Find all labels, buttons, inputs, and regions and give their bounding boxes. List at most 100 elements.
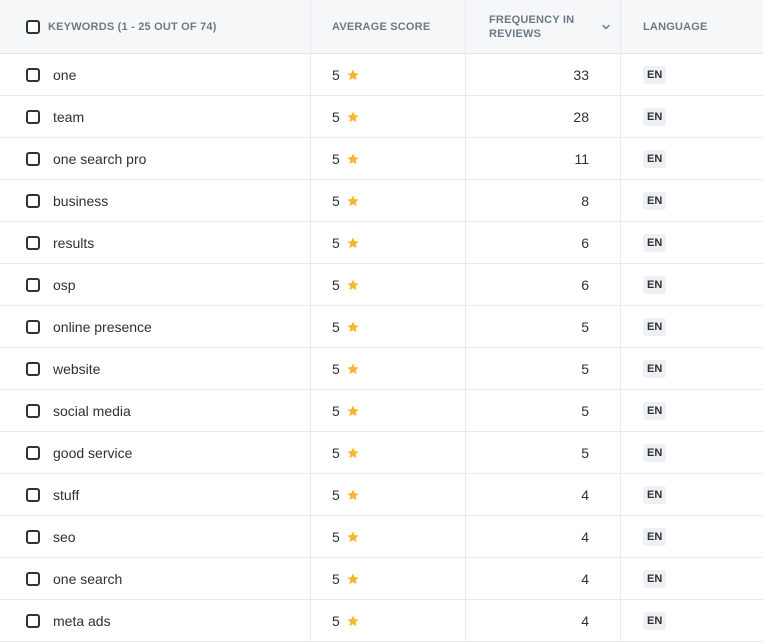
frequency-cell: 11 <box>466 138 621 179</box>
frequency-cell: 5 <box>466 432 621 473</box>
keyword-cell: website <box>0 348 311 389</box>
language-cell: EN <box>621 180 763 221</box>
row-checkbox[interactable] <box>26 571 40 586</box>
score-cell: 5 <box>311 390 466 431</box>
language-cell: EN <box>621 222 763 263</box>
score-value: 5 <box>332 150 340 167</box>
language-badge: EN <box>643 527 667 546</box>
score-value: 5 <box>332 66 340 83</box>
score-value: 5 <box>332 318 340 335</box>
row-checkbox[interactable] <box>26 151 40 166</box>
language-badge: EN <box>643 443 667 462</box>
score-value: 5 <box>332 444 340 461</box>
score-value: 5 <box>332 528 340 545</box>
keyword-cell: team <box>0 96 311 137</box>
row-checkbox[interactable] <box>26 67 40 82</box>
frequency-cell: 5 <box>466 306 621 347</box>
score-cell: 5 <box>311 474 466 515</box>
star-icon <box>346 152 360 166</box>
language-cell: EN <box>621 516 763 557</box>
table-row: osp 5 6 EN <box>0 264 763 306</box>
keyword-text: osp <box>53 276 76 293</box>
keyword-text: one search <box>53 570 123 587</box>
score-value: 5 <box>332 486 340 503</box>
select-all-checkbox[interactable] <box>26 19 40 34</box>
row-checkbox[interactable] <box>26 487 40 502</box>
star-icon <box>346 194 360 208</box>
frequency-value: 4 <box>581 486 589 503</box>
table-row: team 5 28 EN <box>0 96 763 138</box>
frequency-label-line2: REVIEWS <box>489 27 542 40</box>
language-cell: EN <box>621 558 763 599</box>
keyword-text: seo <box>53 528 76 545</box>
language-cell: EN <box>621 474 763 515</box>
row-checkbox[interactable] <box>26 403 40 418</box>
star-icon <box>346 614 360 628</box>
keyword-text: social media <box>53 402 131 419</box>
chevron-down-icon[interactable] <box>600 21 612 33</box>
row-checkbox[interactable] <box>26 109 40 124</box>
star-icon <box>346 68 360 82</box>
language-badge: EN <box>643 107 667 126</box>
star-icon <box>346 488 360 502</box>
score-cell: 5 <box>311 348 466 389</box>
table-row: meta ads 5 4 EN <box>0 600 763 642</box>
language-badge: EN <box>643 149 667 168</box>
table-row: social media 5 5 EN <box>0 390 763 432</box>
row-checkbox[interactable] <box>26 319 40 334</box>
row-checkbox[interactable] <box>26 445 40 460</box>
frequency-cell: 28 <box>466 96 621 137</box>
table-header: KEYWORDS (1 - 25 OUT OF 74) AVERAGE SCOR… <box>0 0 763 54</box>
frequency-column-header: FREQUENCY IN REVIEWS <box>489 13 574 41</box>
row-checkbox[interactable] <box>26 529 40 544</box>
frequency-cell: 33 <box>466 54 621 95</box>
language-badge: EN <box>643 359 667 378</box>
keyword-text: website <box>53 360 101 377</box>
keyword-cell: one search <box>0 558 311 599</box>
row-checkbox[interactable] <box>26 193 40 208</box>
keyword-text: one <box>53 66 77 83</box>
table-body: one 5 33 EN team 5 28 EN one search pro … <box>0 54 763 642</box>
frequency-cell: 4 <box>466 516 621 557</box>
keyword-text: business <box>53 192 109 209</box>
language-cell: EN <box>621 348 763 389</box>
table-row: seo 5 4 EN <box>0 516 763 558</box>
keyword-cell: meta ads <box>0 600 311 641</box>
language-badge: EN <box>643 485 667 504</box>
star-icon <box>346 446 360 460</box>
score-value: 5 <box>332 108 340 125</box>
frequency-sort-control[interactable]: FREQUENCY IN REVIEWS <box>489 13 612 41</box>
language-cell: EN <box>621 264 763 305</box>
frequency-value: 5 <box>581 444 589 461</box>
row-checkbox[interactable] <box>26 613 40 628</box>
score-value: 5 <box>332 612 340 629</box>
average-score-column-header: AVERAGE SCORE <box>332 20 431 33</box>
frequency-value: 28 <box>573 108 589 125</box>
keyword-cell: one search pro <box>0 138 311 179</box>
row-checkbox[interactable] <box>26 361 40 376</box>
header-frequency-cell[interactable]: FREQUENCY IN REVIEWS <box>466 0 621 53</box>
frequency-value: 5 <box>581 402 589 419</box>
keyword-cell: good service <box>0 432 311 473</box>
language-cell: EN <box>621 54 763 95</box>
language-badge: EN <box>643 65 667 84</box>
row-checkbox[interactable] <box>26 235 40 250</box>
frequency-value: 11 <box>574 150 589 167</box>
keyword-cell: social media <box>0 390 311 431</box>
frequency-value: 33 <box>573 66 589 83</box>
language-cell: EN <box>621 306 763 347</box>
score-cell: 5 <box>311 54 466 95</box>
language-badge: EN <box>643 569 667 588</box>
keyword-cell: results <box>0 222 311 263</box>
row-checkbox[interactable] <box>26 277 40 292</box>
score-value: 5 <box>332 234 340 251</box>
score-cell: 5 <box>311 558 466 599</box>
keyword-cell: seo <box>0 516 311 557</box>
language-badge: EN <box>643 401 667 420</box>
frequency-value: 5 <box>581 318 589 335</box>
table-row: business 5 8 EN <box>0 180 763 222</box>
keyword-text: meta ads <box>53 612 111 629</box>
frequency-cell: 8 <box>466 180 621 221</box>
star-icon <box>346 278 360 292</box>
language-badge: EN <box>643 233 667 252</box>
